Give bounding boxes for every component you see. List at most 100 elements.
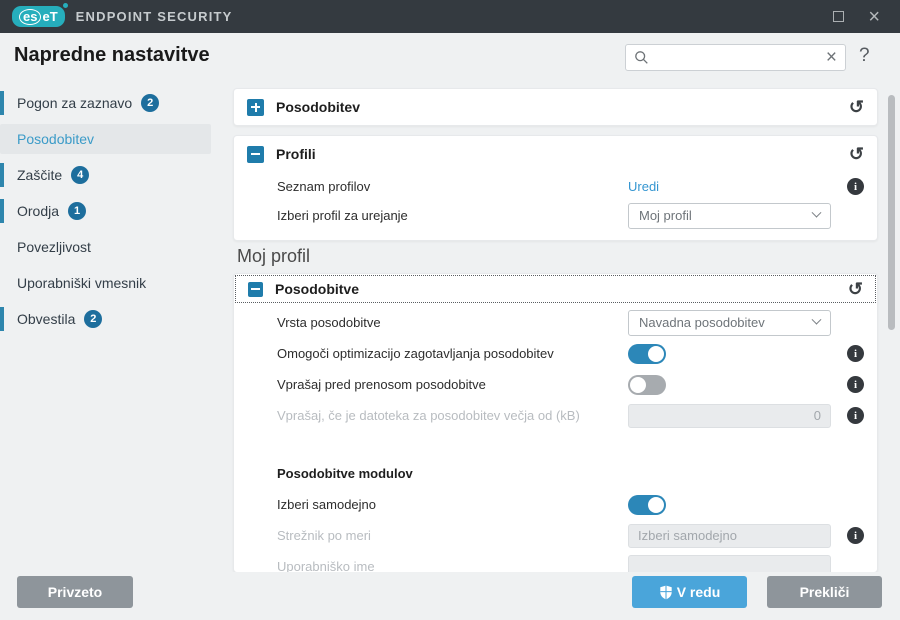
setting-label: Vprašaj, če je datoteka za posodobitev v… [277, 408, 628, 423]
info-icon[interactable]: i [847, 345, 864, 362]
sidebar-item-label: Povezljivost [17, 239, 91, 255]
setting-row-izberi-profil: Izberi profil za urejanje Moj profil [234, 200, 877, 231]
sidebar-item-povezljivost[interactable]: Povezljivost [0, 229, 232, 265]
sidebar-item-pogon-za-zaznavo[interactable]: Pogon za zaznavo 2 [0, 85, 232, 121]
sidebar-item-label: Zaščite [17, 167, 62, 183]
accent-bar [0, 199, 4, 223]
update-type-select[interactable]: Navadna posodobitev [628, 310, 831, 336]
scrollbar-thumb[interactable] [888, 95, 895, 330]
section-posodobitev-collapsed: Posodobitev ↺ [233, 88, 878, 126]
profile-heading: Moj profil [237, 246, 878, 267]
setting-label: Strežnik po meri [277, 528, 628, 543]
section-title: Profili [276, 146, 316, 162]
toggle-knob [648, 346, 664, 362]
cancel-button[interactable]: Prekliči [767, 576, 882, 608]
setting-row-uporabnisko-ime: Uporabniško ime [234, 551, 877, 573]
trademark-dot [63, 3, 68, 8]
module-updates-heading: Posodobitve modulov [234, 458, 877, 489]
sidebar-item-zascite[interactable]: Zaščite 4 [0, 157, 232, 193]
sidebar-item-label: Posodobitev [17, 131, 94, 147]
setting-label: Omogoči optimizacijo zagotavljanja posod… [277, 346, 628, 361]
help-icon[interactable]: ? [859, 45, 870, 67]
edit-link[interactable]: Uredi [628, 179, 659, 194]
status-badge: 2 [141, 94, 159, 112]
info-icon[interactable]: i [847, 376, 864, 393]
section-profili: Profili ↺ Seznam profilov Uredi i Izberi… [233, 135, 878, 241]
setting-row-vprasaj-velikost: Vprašaj, če je datoteka za posodobitev v… [234, 400, 877, 431]
cancel-button-label: Prekliči [800, 584, 850, 600]
info-icon[interactable]: i [847, 527, 864, 544]
setting-label: Vprašaj pred prenosom posodobitve [277, 377, 628, 392]
setting-row-vprasaj-pred-prenosom: Vprašaj pred prenosom posodobitve i [234, 369, 877, 400]
sidebar-item-label: Obvestila [17, 311, 75, 327]
close-icon[interactable]: × [868, 7, 880, 27]
sidebar-item-label: Uporabniški vmesnik [17, 275, 146, 291]
sidebar-item-label: Orodja [17, 203, 59, 219]
setting-label: Izberi profil za urejanje [277, 208, 628, 223]
sidebar: Pogon za zaznavo 2 Posodobitev Zaščite 4… [0, 85, 232, 337]
sidebar-item-obvestila[interactable]: Obvestila 2 [0, 301, 232, 337]
search-icon [634, 50, 649, 65]
titlebar: eseT ENDPOINT SECURITY × [0, 0, 900, 33]
toggle-knob [648, 497, 664, 513]
uac-shield-icon [659, 585, 673, 600]
profile-select[interactable]: Moj profil [628, 203, 831, 229]
revert-icon[interactable]: ↺ [849, 98, 864, 116]
collapse-icon[interactable] [248, 282, 263, 297]
page-title: Napredne nastavitve [14, 44, 210, 67]
optimize-toggle[interactable] [628, 344, 666, 364]
product-name: ENDPOINT SECURITY [76, 9, 233, 24]
status-badge: 1 [68, 202, 86, 220]
eset-logo: eseT [12, 6, 65, 27]
sidebar-item-posodobitev[interactable]: Posodobitev [0, 121, 232, 157]
sidebar-item-orodja[interactable]: Orodja 1 [0, 193, 232, 229]
username-input [628, 555, 831, 574]
default-button-label: Privzeto [48, 584, 102, 600]
ok-button-label: V redu [677, 584, 721, 600]
section-title: Posodobitve [275, 281, 359, 297]
scrollbar[interactable] [888, 88, 895, 568]
accent-bar [0, 307, 4, 331]
revert-icon[interactable]: ↺ [849, 145, 864, 163]
accent-bar [0, 91, 4, 115]
setting-row-streznik-po-meri: Strežnik po meri i [234, 520, 877, 551]
select-value: Navadna posodobitev [639, 315, 765, 330]
chevron-down-icon [812, 208, 822, 218]
setting-row-optimizacija: Omogoči optimizacijo zagotavljanja posod… [234, 338, 877, 369]
section-posodobitve: Posodobitve ↺ Vrsta posodobitve Navadna … [233, 273, 878, 573]
setting-row-vrsta-posodobitve: Vrsta posodobitve Navadna posodobitev [234, 307, 877, 338]
eset-logo-es: es [19, 9, 41, 25]
footer-bar: Privzeto V redu Prekliči [0, 572, 900, 620]
expand-icon[interactable] [247, 99, 264, 116]
settings-content: Posodobitev ↺ Profili ↺ Seznam profilov … [233, 88, 878, 573]
setting-row-seznam-profilov: Seznam profilov Uredi i [234, 173, 877, 200]
info-icon[interactable]: i [847, 407, 864, 424]
sidebar-item-label: Pogon za zaznavo [17, 95, 132, 111]
select-value: Moj profil [639, 208, 692, 223]
setting-label: Seznam profilov [277, 179, 628, 194]
chevron-down-icon [812, 315, 822, 325]
size-threshold-input [628, 404, 831, 428]
accent-bar [0, 163, 4, 187]
sidebar-item-uporabniski-vmesnik[interactable]: Uporabniški vmesnik [0, 265, 232, 301]
revert-icon[interactable]: ↺ [848, 280, 863, 298]
setting-row-izberi-samodejno: Izberi samodejno [234, 489, 877, 520]
collapse-icon[interactable] [247, 146, 264, 163]
toggle-knob [630, 377, 646, 393]
maximize-icon[interactable] [833, 11, 844, 22]
info-icon[interactable]: i [847, 178, 864, 195]
setting-label: Izberi samodejno [277, 497, 628, 512]
search-box[interactable]: × [625, 44, 846, 71]
clear-search-icon[interactable]: × [826, 50, 837, 66]
custom-server-input [628, 524, 831, 548]
setting-label: Uporabniško ime [277, 559, 628, 573]
ok-button[interactable]: V redu [632, 576, 747, 608]
search-input[interactable] [649, 50, 826, 65]
section-title: Posodobitev [276, 99, 360, 115]
ask-before-toggle[interactable] [628, 375, 666, 395]
auto-select-toggle[interactable] [628, 495, 666, 515]
section-posodobitve-header[interactable]: Posodobitve ↺ [235, 275, 876, 303]
default-button[interactable]: Privzeto [17, 576, 133, 608]
setting-label: Vrsta posodobitve [277, 315, 628, 330]
eset-logo-et: eT [42, 9, 57, 24]
